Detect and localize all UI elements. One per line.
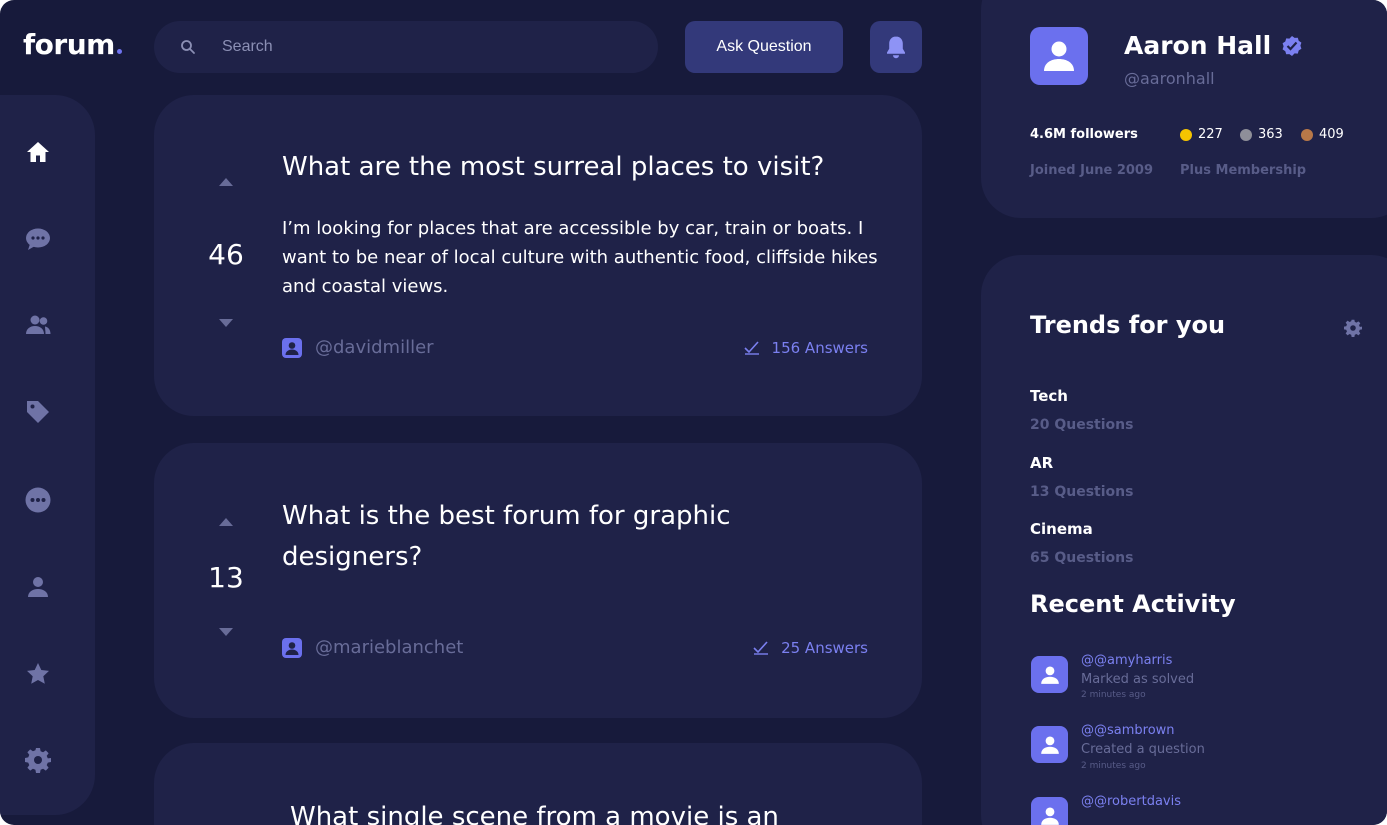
trends-settings-icon[interactable] (1344, 319, 1362, 337)
activity-time: 2 minutes ago (1081, 690, 1146, 700)
sidebar-item-profile[interactable] (24, 573, 52, 601)
search-input[interactable] (222, 21, 642, 73)
author-avatar-icon (282, 637, 302, 658)
home-icon (27, 142, 49, 162)
activity-action: Marked as solved (1081, 672, 1195, 687)
avatar[interactable] (1030, 27, 1088, 85)
sidebar-item-chat[interactable] (24, 225, 52, 253)
answers-count[interactable]: 156 Answers (743, 339, 868, 357)
upvote-arrow-icon[interactable] (218, 517, 234, 527)
question-card[interactable]: What single scene from a movie is an (154, 743, 922, 825)
downvote-arrow-icon[interactable] (218, 318, 234, 328)
trend-item-name[interactable]: AR (1030, 454, 1053, 472)
logo-dot (116, 49, 122, 54)
star-icon (27, 663, 49, 684)
user-icon (28, 577, 48, 597)
activity-avatar[interactable] (1031, 726, 1068, 763)
ask-question-button[interactable]: Ask Question (685, 21, 843, 73)
users-icon (26, 315, 51, 334)
verified-badge-icon (1282, 35, 1302, 56)
activity-title: Recent Activity (1030, 590, 1236, 618)
gold-badge-count: 227 (1198, 127, 1223, 142)
bronze-badge-icon (1301, 128, 1313, 141)
search-icon (181, 40, 195, 54)
followers-count: 4.6M followers (1030, 127, 1138, 142)
app-window: forum Ask Question (0, 0, 1387, 825)
bell-icon (887, 36, 905, 59)
answers-label: 156 Answers (771, 339, 868, 357)
tag-icon (27, 401, 49, 423)
check-icon (743, 341, 759, 355)
trend-item-count: 20 Questions (1030, 417, 1134, 433)
trends-title: Trends for you (1030, 311, 1226, 339)
profile-name[interactable]: Aaron Hall (1124, 31, 1303, 60)
user-icon (1040, 665, 1059, 684)
search-bar[interactable] (154, 21, 658, 73)
gold-badge: 227 (1180, 127, 1223, 142)
user-icon (1044, 41, 1074, 71)
question-title[interactable]: What is the best forum for graphic desig… (282, 496, 802, 578)
silver-badge-count: 363 (1258, 127, 1283, 142)
trend-item-name[interactable]: Cinema (1030, 520, 1093, 538)
activity-time: 2 minutes ago (1081, 761, 1146, 771)
sidebar (0, 95, 95, 815)
logo[interactable]: forum (23, 28, 122, 61)
chat-icon (26, 228, 50, 250)
joined-date: Joined June 2009 (1030, 163, 1153, 178)
membership-label[interactable]: Plus Membership (1180, 163, 1306, 178)
sidebar-item-more[interactable] (24, 486, 52, 514)
sidebar-item-settings[interactable] (24, 746, 52, 774)
check-icon (753, 641, 769, 655)
question-card[interactable]: 13 What is the best forum for graphic de… (154, 443, 922, 718)
sidebar-item-tags[interactable] (24, 398, 52, 426)
silver-badge-icon (1240, 128, 1252, 141)
question-author[interactable]: @davidmiller (282, 337, 434, 358)
more-icon (25, 487, 51, 513)
gear-icon (25, 748, 51, 773)
user-icon (1040, 735, 1059, 754)
bronze-badge: 409 (1301, 127, 1344, 142)
answers-count[interactable]: 25 Answers (753, 639, 868, 657)
notifications-button[interactable] (870, 21, 922, 73)
vote-count: 13 (208, 561, 244, 594)
sidebar-item-users[interactable] (24, 311, 52, 339)
sidebar-item-home[interactable] (24, 138, 52, 166)
activity-action: Created a question (1081, 742, 1205, 757)
profile-name-text: Aaron Hall (1124, 31, 1272, 60)
question-title[interactable]: What are the most surreal places to visi… (282, 147, 882, 188)
answers-label: 25 Answers (781, 639, 868, 657)
activity-avatar[interactable] (1031, 656, 1068, 693)
author-handle: @marieblanchet (315, 637, 464, 658)
vote-count: 46 (208, 238, 244, 271)
profile-handle: @aaronhall (1124, 69, 1215, 88)
bronze-badge-count: 409 (1319, 127, 1344, 142)
upvote-arrow-icon[interactable] (218, 177, 234, 187)
question-body: I’m looking for places that are accessib… (282, 218, 878, 297)
activity-user[interactable]: @@sambrown (1081, 723, 1175, 738)
downvote-arrow-icon[interactable] (218, 627, 234, 637)
activity-user[interactable]: @@robertdavis (1081, 794, 1181, 809)
trend-item-count: 65 Questions (1030, 550, 1134, 566)
user-icon (1040, 806, 1059, 825)
author-handle: @davidmiller (315, 337, 434, 358)
author-avatar-icon (282, 337, 302, 358)
activity-avatar[interactable] (1031, 797, 1068, 825)
logo-text: forum (23, 28, 115, 61)
silver-badge: 363 (1240, 127, 1283, 142)
trend-item-name[interactable]: Tech (1030, 387, 1068, 405)
question-title[interactable]: What single scene from a movie is an (290, 797, 890, 825)
gold-badge-icon (1180, 128, 1192, 141)
question-author[interactable]: @marieblanchet (282, 637, 463, 658)
activity-user[interactable]: @@amyharris (1081, 653, 1172, 668)
question-card[interactable]: 46 What are the most surreal places to v… (154, 95, 922, 416)
trend-item-count: 13 Questions (1030, 484, 1134, 500)
sidebar-item-favorites[interactable] (24, 660, 52, 688)
